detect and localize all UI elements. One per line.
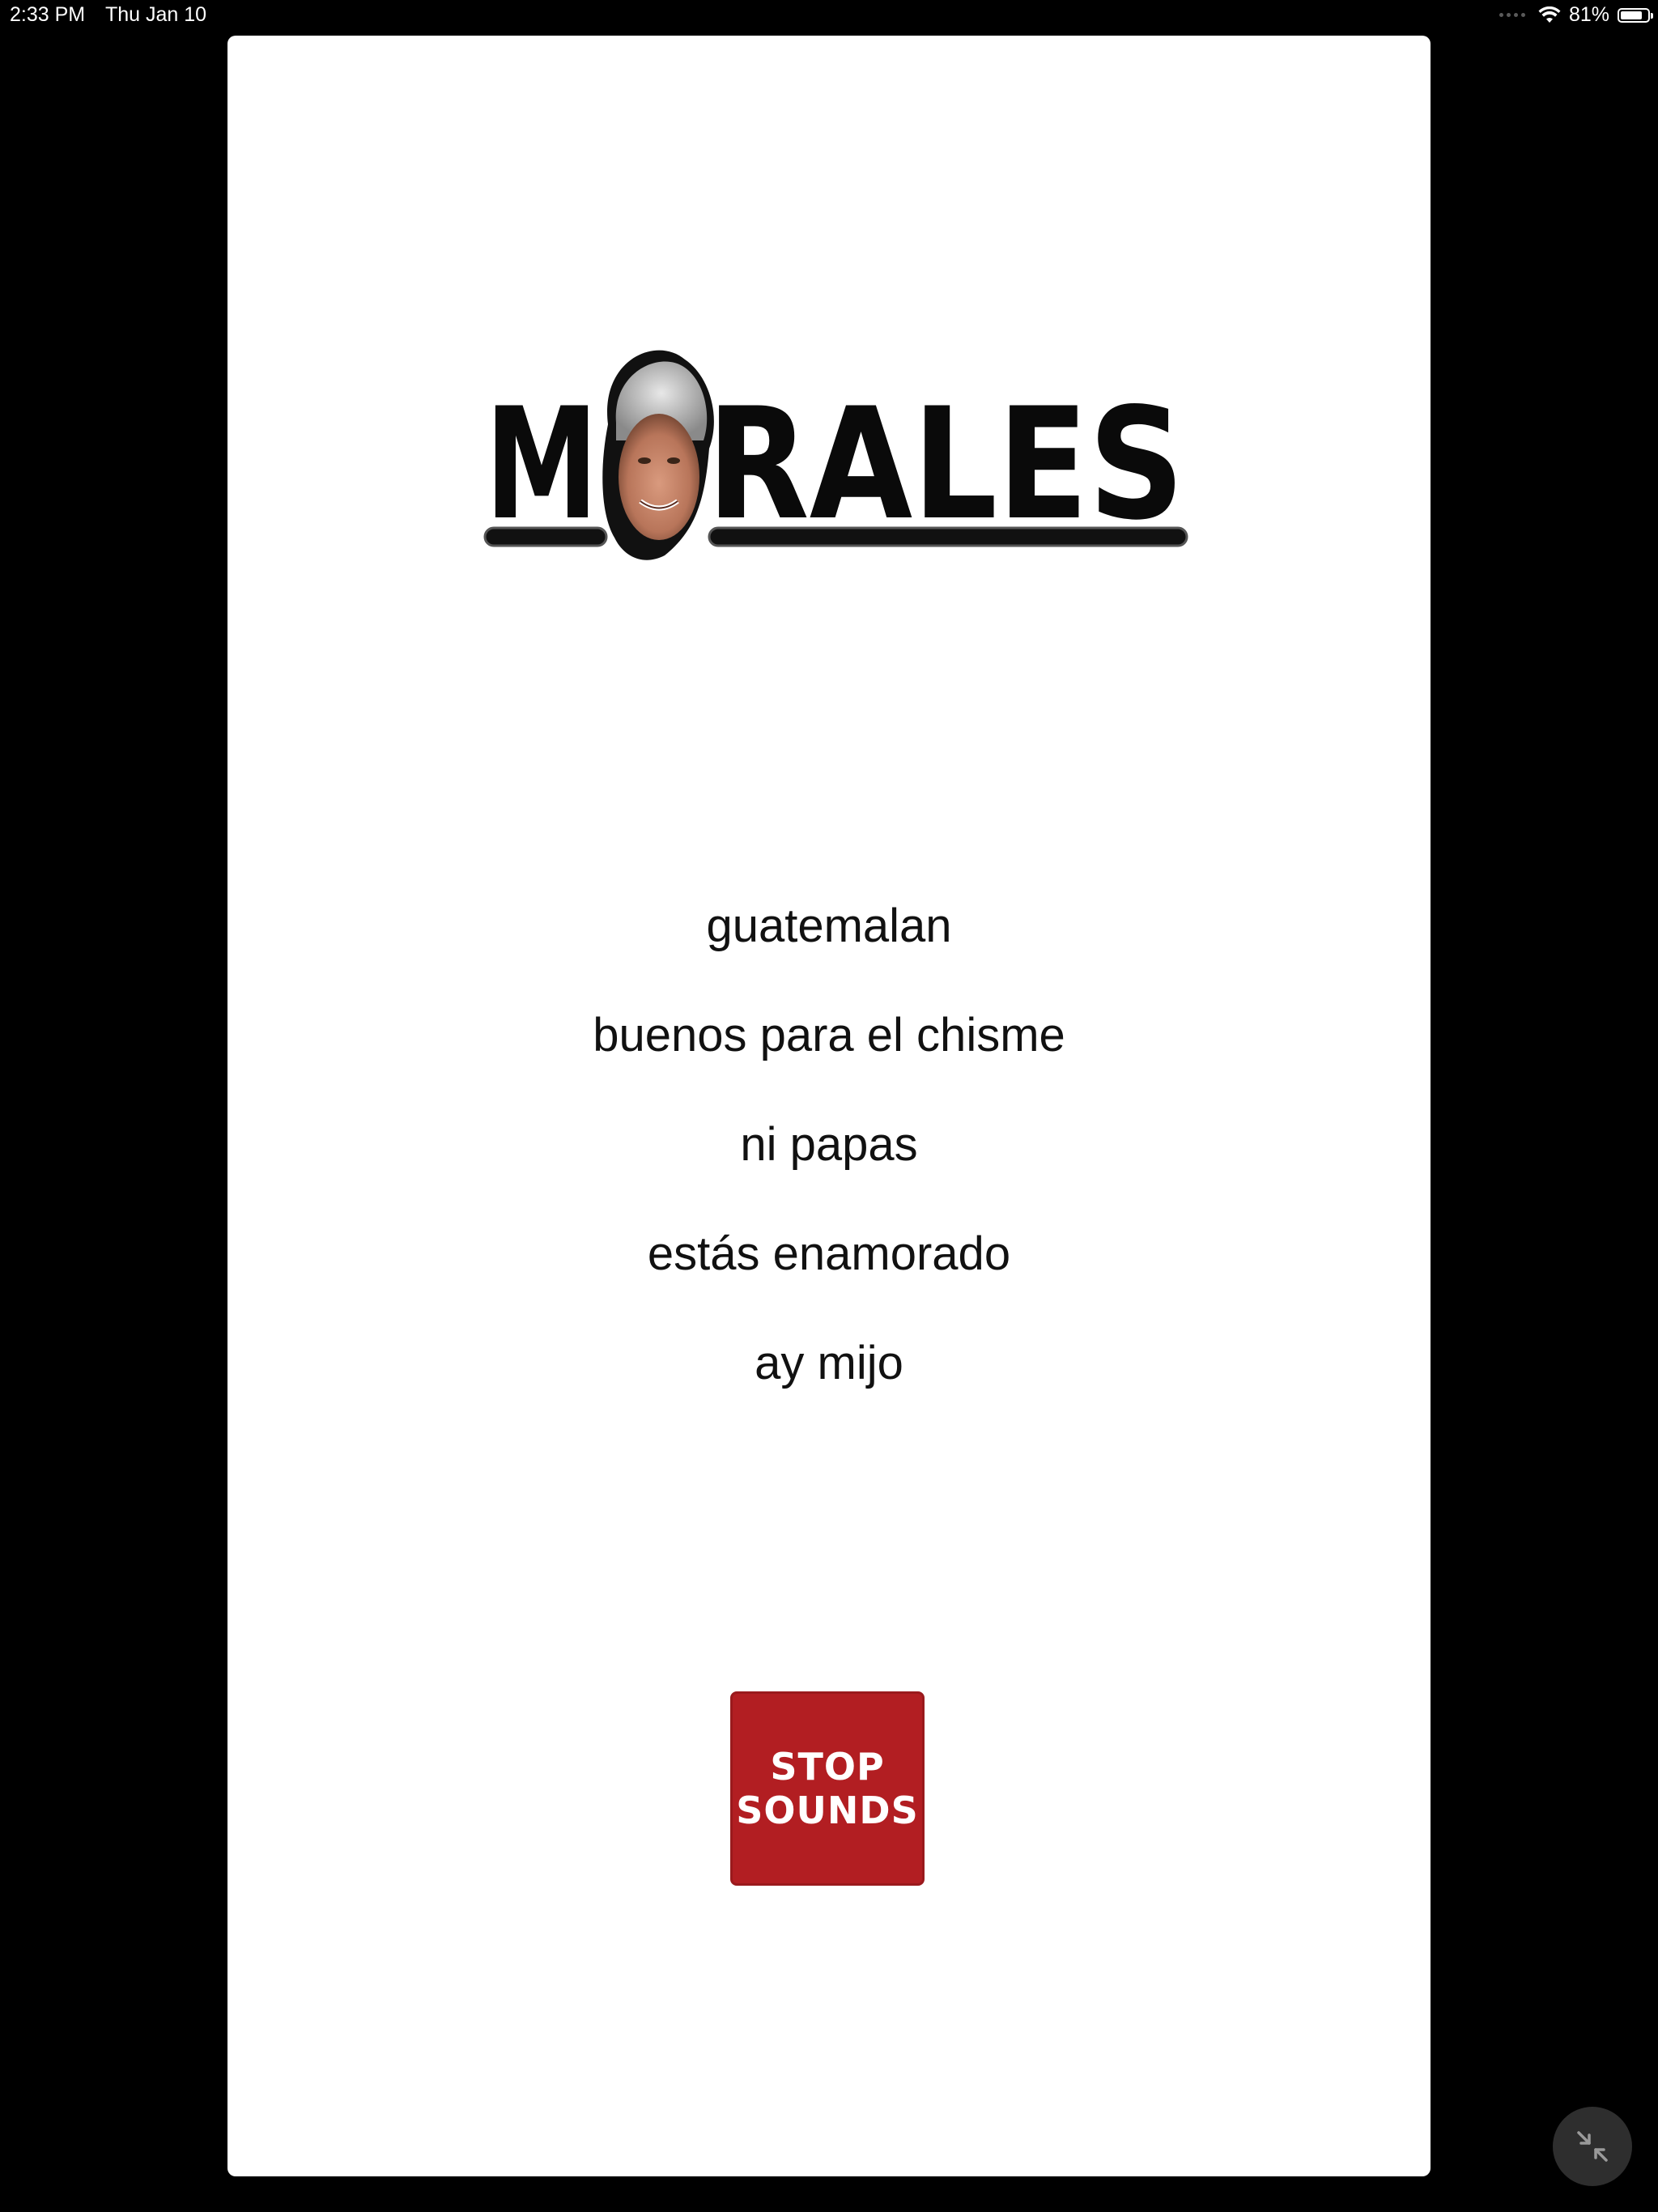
stop-sounds-button[interactable]: STOP SOUNDS [730, 1691, 925, 1886]
phrase-button[interactable]: buenos para el chisme [593, 991, 1065, 1100]
stop-sounds-label-line1: STOP [770, 1745, 885, 1789]
phrase-button[interactable]: guatemalan [706, 882, 951, 991]
exit-fullscreen-button[interactable] [1553, 2107, 1632, 2186]
logo-letter-m: M [485, 375, 598, 554]
logo-letters-rales: RALES [707, 375, 1184, 554]
battery-icon [1618, 7, 1653, 23]
status-bar: 2:33 PM Thu Jan 10 81% [0, 0, 1658, 32]
exit-fullscreen-icon [1577, 2131, 1608, 2162]
status-indicators: 81% [1499, 3, 1653, 27]
phrase-button[interactable]: ay mijo [755, 1319, 903, 1428]
phrase-button[interactable]: estás enamorado [648, 1210, 1010, 1319]
morales-logo: M RALES [483, 350, 1188, 560]
battery-level-fill [1621, 11, 1642, 19]
wifi-icon [1538, 6, 1561, 23]
status-date: Thu Jan 10 [105, 3, 207, 26]
app-card: M RALES guatemalan buenos para el chisme n… [227, 36, 1431, 2176]
stop-sounds-label-line2: SOUNDS [736, 1789, 919, 1832]
face-photo-logo [602, 350, 714, 560]
battery-percent: 81% [1568, 3, 1609, 26]
phrase-list: guatemalan buenos para el chisme ni papas e… [227, 882, 1431, 1428]
cellular-dots-icon [1499, 13, 1525, 17]
status-time: 2:33 PM [10, 3, 86, 26]
phrase-button[interactable]: ni papas [740, 1100, 917, 1210]
